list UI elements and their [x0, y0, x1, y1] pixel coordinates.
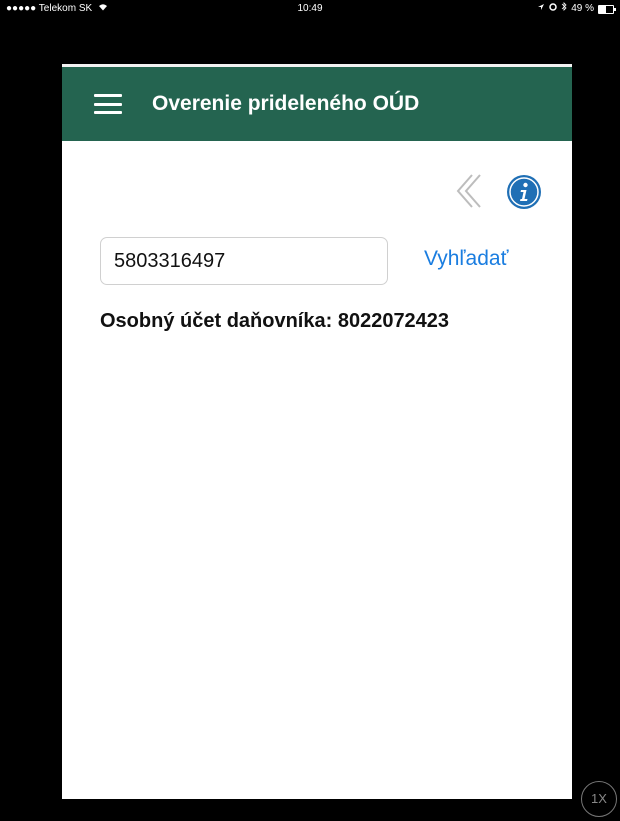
result-text: Osobný účet daňovníka: 8022072423 — [100, 310, 450, 332]
location-icon — [537, 0, 545, 18]
zoom-badge[interactable]: 1X — [581, 781, 617, 817]
bluetooth-icon — [561, 0, 567, 18]
clock: 10:49 — [297, 3, 323, 14]
battery-level — [599, 5, 606, 13]
hamburger-icon[interactable] — [94, 94, 122, 114]
alarm-icon — [549, 0, 557, 18]
info-icon[interactable] — [506, 174, 542, 210]
device-screen: ●●●●● Telekom SK 10:49 49 % Overenie pri… — [0, 0, 620, 821]
app-window: Overenie prideleného OÚD Vyhľadať Osobný… — [62, 64, 572, 799]
status-right: 49 % — [537, 0, 616, 18]
search-input[interactable] — [100, 237, 388, 285]
page-title: Overenie prideleného OÚD — [152, 92, 420, 115]
status-bar: ●●●●● Telekom SK 10:49 49 % — [0, 0, 620, 18]
search-button[interactable]: Vyhľadať — [424, 247, 508, 271]
battery-percent: 49 % — [571, 3, 594, 14]
battery-icon — [598, 4, 616, 14]
app-bar: Overenie prideleného OÚD — [62, 67, 572, 141]
chevron-left-double-icon[interactable] — [452, 171, 486, 211]
